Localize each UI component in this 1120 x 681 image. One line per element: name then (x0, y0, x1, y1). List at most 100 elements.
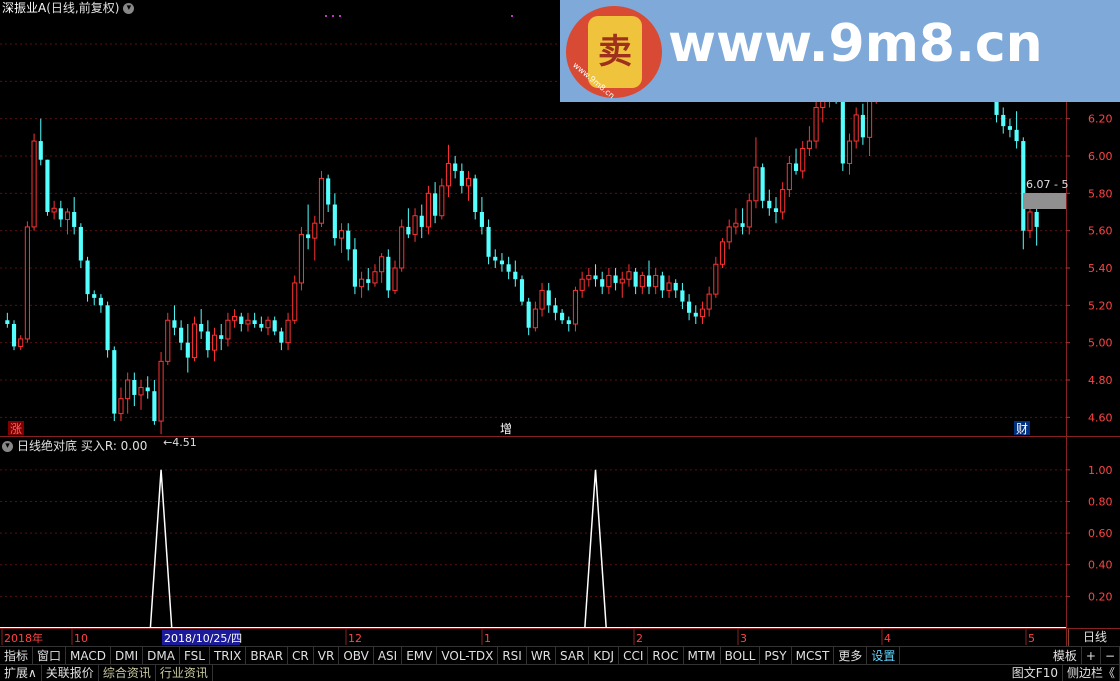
candle-body (639, 274, 645, 288)
indicator-tick-label: 1.00 (1088, 464, 1113, 477)
candle-body (1007, 126, 1012, 130)
candle-body (312, 222, 318, 239)
chart-title: 深振业A(日线,前复权) ▾ (2, 0, 135, 16)
candle-body (359, 278, 365, 288)
toolbar-item-15[interactable]: WR (527, 647, 557, 665)
candle-body (5, 320, 10, 324)
toolbar-item-5[interactable]: FSL (180, 647, 210, 665)
candle-body (419, 215, 424, 227)
toolbar-item-10[interactable]: OBV (339, 647, 374, 665)
toolbar-item-2[interactable]: MACD (66, 647, 112, 665)
toolbar-item-22[interactable]: PSY (760, 647, 792, 665)
candle-body (1001, 114, 1006, 127)
toolbar-item-6[interactable]: TRIX (210, 647, 247, 665)
chevron-down-icon[interactable]: ▾ (2, 441, 13, 452)
candle-body (760, 167, 765, 201)
toolbar-item-21[interactable]: BOLL (721, 647, 761, 665)
period-button[interactable]: 日线 (1068, 629, 1120, 646)
toolbar-item-18[interactable]: CCI (619, 647, 649, 665)
candle-body (1014, 129, 1019, 142)
price-tick-label: 5.00 (1088, 337, 1113, 350)
candle-body (459, 170, 464, 186)
candle-body (606, 274, 612, 288)
signal-dot (511, 15, 513, 17)
date-label: 4 (884, 632, 891, 645)
candle-body (232, 316, 238, 321)
candle-body (499, 260, 505, 265)
candle-body (619, 278, 625, 284)
cursor-date: 2018/10/25/四 (164, 632, 242, 645)
date-label: 10 (74, 632, 88, 645)
toolbar-item-11[interactable]: ASI (374, 647, 403, 665)
candle-body (660, 275, 665, 291)
toolbar-item-24[interactable]: 更多 (834, 647, 868, 665)
toolbar-right-item-1[interactable]: + (1082, 647, 1101, 665)
toolbar-item-12[interactable]: EMV (402, 647, 438, 665)
candle-body (172, 320, 177, 328)
indicator-output: 买入R: 0.00 (80, 439, 148, 453)
candle-body (399, 226, 405, 269)
candle-body (465, 177, 472, 187)
candle-body (252, 320, 257, 324)
candle-body (506, 264, 511, 272)
candle-body (58, 208, 63, 220)
toolbar-item-16[interactable]: SAR (556, 647, 590, 665)
candle-body (211, 334, 218, 351)
footer-item-1[interactable]: 关联报价 (42, 665, 99, 681)
candle-body (1021, 141, 1026, 231)
candle-body (473, 178, 478, 212)
toolbar-item-3[interactable]: DMI (111, 647, 144, 665)
candle-body (653, 274, 659, 288)
toolbar-item-4[interactable]: DMA (143, 647, 180, 665)
footer-item-0[interactable]: 扩展∧ (0, 665, 42, 681)
indicator-name[interactable]: 日线绝对底 (17, 439, 77, 453)
candle-body (292, 282, 298, 321)
candle-body (425, 192, 431, 228)
candle-body (352, 249, 357, 287)
toolbar-right-item-2[interactable]: − (1101, 647, 1120, 665)
candle-body (132, 380, 137, 395)
indicator-spike (149, 469, 173, 629)
toolbar-item-14[interactable]: RSI (498, 647, 527, 665)
candle-body (165, 319, 171, 362)
footer-item-3[interactable]: 行业资讯 (156, 665, 213, 681)
toolbar-item-19[interactable]: ROC (648, 647, 684, 665)
footer-right: 图文F10 侧边栏《 (1008, 665, 1120, 681)
candle-body (366, 279, 371, 283)
watermark-url: www.9m8.cn (668, 14, 1043, 74)
toolbar-item-13[interactable]: VOL-TDX (437, 647, 499, 665)
candle-body (560, 312, 565, 321)
footer-right-item-0[interactable]: 图文F10 (1008, 665, 1063, 681)
candle-body (806, 140, 812, 150)
candle-body (753, 166, 759, 202)
toolbar-item-20[interactable]: MTM (684, 647, 721, 665)
candle-body (453, 163, 458, 171)
price-tick-label: 6.20 (1088, 113, 1113, 126)
toolbar-item-8[interactable]: CR (288, 647, 314, 665)
chevron-down-icon[interactable]: ▾ (123, 3, 135, 14)
toolbar-item-7[interactable]: BRAR (246, 647, 289, 665)
candle-body (626, 271, 632, 280)
candle-body (780, 189, 786, 213)
candle-body (219, 335, 224, 339)
kline-chart[interactable]: 6.606.406.206.005.805.605.405.205.004.80… (0, 0, 1120, 680)
footer-right-item-1[interactable]: 侧边栏《 (1063, 665, 1120, 681)
toolbar-item-23[interactable]: MCST (792, 647, 835, 665)
candle-body (479, 212, 484, 227)
indicator-toolbar: 指标 窗口 MACD DMI DMA FSL TRIX BRAR CR VR OBV ASI EMV VO… (0, 646, 1120, 665)
watermark-logo-icon: 卖 www.9m8.cn (566, 6, 662, 100)
toolbar-right-item-0[interactable]: 模板 (1049, 647, 1082, 665)
toolbar-item-1[interactable]: 窗口 (33, 647, 67, 665)
toolbar-item-25[interactable]: 设置 (867, 647, 901, 665)
candle-body (138, 386, 144, 396)
stock-name[interactable]: 深振业A (2, 1, 46, 15)
toolbar-item-17[interactable]: KDJ (589, 647, 620, 665)
candle-body (566, 320, 571, 324)
indicator-tick-label: 0.60 (1088, 527, 1113, 540)
date-label: 2018年 (4, 631, 43, 645)
signal-dot (339, 15, 341, 17)
footer-item-2[interactable]: 综合资讯 (99, 665, 156, 681)
toolbar-item-9[interactable]: VR (314, 647, 340, 665)
candle-body (486, 226, 491, 257)
toolbar-item-0[interactable]: 指标 (0, 647, 34, 665)
